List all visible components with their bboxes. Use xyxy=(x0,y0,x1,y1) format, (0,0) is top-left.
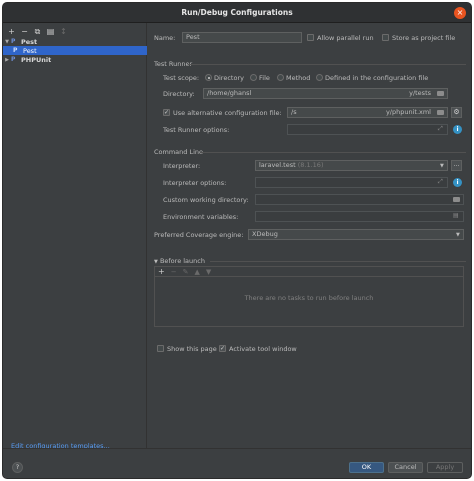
chevron-down-icon[interactable]: ▼ xyxy=(456,232,460,238)
configurations-sidebar: + − ⧉ ▤ ↕ ▼ P Pest P Pest ▶ P PHPUnit Ed… xyxy=(3,23,147,450)
tree-item-label: Pest xyxy=(21,37,38,46)
section-divider xyxy=(200,152,466,153)
custom-wd-input[interactable] xyxy=(255,194,464,205)
pest-icon: P xyxy=(11,37,16,45)
store-project-label: Store as project file xyxy=(392,34,456,42)
empty-state-text: There are no tasks to run before launch xyxy=(244,294,374,302)
title-bar: Run/Debug Configurations × xyxy=(3,3,471,23)
sort-icon[interactable]: ↕ xyxy=(59,27,68,36)
apply-button[interactable]: Apply xyxy=(427,462,463,473)
directory-value-start: /home/ghansl xyxy=(207,89,252,97)
folder-icon[interactable] xyxy=(453,197,460,202)
scope-file-radio[interactable] xyxy=(250,74,257,81)
info-icon[interactable]: i xyxy=(453,178,462,187)
sidebar-toolbar: + − ⧉ ▤ ↕ xyxy=(7,25,68,37)
chevron-down-icon[interactable]: ▼ xyxy=(3,39,11,45)
interpreter-browse-button[interactable]: … xyxy=(451,160,462,171)
add-icon[interactable]: + xyxy=(158,267,165,276)
scope-file-label: File xyxy=(259,74,270,82)
folder-icon[interactable]: ▤ xyxy=(46,27,55,36)
window-title: Run/Debug Configurations xyxy=(181,8,293,17)
before-launch-toggle[interactable]: ▼ Before launch xyxy=(154,257,205,265)
directory-value-end: y/tests xyxy=(409,89,431,97)
test-scope-label: Test scope: xyxy=(163,74,200,82)
scope-config-label: Defined in the configuration file xyxy=(325,74,429,82)
env-vars-input[interactable] xyxy=(255,211,464,222)
add-icon[interactable]: + xyxy=(7,27,16,36)
move-up-icon[interactable]: ▲ xyxy=(194,268,199,276)
allow-parallel-checkbox[interactable] xyxy=(307,34,314,41)
coverage-label: Preferred Coverage engine: xyxy=(154,231,244,239)
use-alt-config-checkbox[interactable]: ✓ xyxy=(163,109,170,116)
alt-config-input[interactable]: /s y/phpunit.xml xyxy=(287,107,448,118)
before-launch-toolbar: + − ✎ ▲ ▼ xyxy=(155,267,463,277)
scope-config-radio[interactable] xyxy=(316,74,323,81)
name-label: Name: xyxy=(154,34,176,42)
before-launch-label: Before launch xyxy=(159,257,205,265)
chevron-down-icon: ▼ xyxy=(154,259,158,265)
remove-icon[interactable]: − xyxy=(20,27,29,36)
use-alt-config-label: Use alternative configuration file: xyxy=(173,109,282,117)
alt-config-value-start: /s xyxy=(291,108,297,116)
name-input[interactable]: Pest xyxy=(182,32,302,43)
configuration-tree: ▼ P Pest P Pest ▶ P PHPUnit xyxy=(3,37,147,64)
chevron-right-icon[interactable]: ▶ xyxy=(3,57,11,63)
folder-icon[interactable] xyxy=(437,110,444,115)
store-project-checkbox[interactable] xyxy=(382,34,389,41)
tree-item-pest-config[interactable]: P Pest xyxy=(3,46,147,55)
alt-config-value-end: y/phpunit.xml xyxy=(385,108,431,116)
cancel-button[interactable]: Cancel xyxy=(388,462,423,473)
help-button[interactable]: ? xyxy=(12,462,23,473)
ok-button[interactable]: OK xyxy=(349,462,384,473)
configuration-form: Name: Pest Allow parallel run Store as p… xyxy=(148,23,471,448)
folder-icon[interactable] xyxy=(437,91,444,96)
interpreter-options-label: Interpreter options: xyxy=(163,179,227,187)
phpunit-icon: P xyxy=(11,55,16,63)
env-vars-edit-icon[interactable]: ▤ xyxy=(453,212,459,219)
interpreter-version: (8.1.16) xyxy=(297,161,324,169)
env-vars-label: Environment variables: xyxy=(163,213,239,221)
scope-directory-radio[interactable] xyxy=(205,74,212,81)
test-runner-section-title: Test Runner xyxy=(154,60,193,68)
directory-input[interactable]: /home/ghansl y/tests xyxy=(203,88,448,99)
scope-directory-label: Directory xyxy=(214,74,244,82)
command-line-section-title: Command Line xyxy=(154,148,204,156)
tree-item-label: PHPUnit xyxy=(21,55,52,64)
interpreter-value: laravel.test xyxy=(259,161,296,169)
chevron-down-icon[interactable]: ▼ xyxy=(440,163,444,169)
tree-item-label: Pest xyxy=(23,46,37,55)
show-page-checkbox[interactable] xyxy=(157,345,164,352)
pest-icon: P xyxy=(13,46,18,54)
section-divider xyxy=(188,64,466,65)
close-button[interactable]: × xyxy=(454,7,466,19)
custom-wd-label: Custom working directory: xyxy=(163,196,249,204)
move-down-icon[interactable]: ▼ xyxy=(206,268,211,276)
allow-parallel-label: Allow parallel run xyxy=(317,34,374,42)
edit-icon[interactable]: ✎ xyxy=(183,268,189,276)
interpreter-label: Interpreter: xyxy=(163,162,201,170)
expand-icon[interactable]: ⤢ xyxy=(438,178,443,186)
gear-icon[interactable]: ⚙ xyxy=(451,107,462,118)
interpreter-options-input[interactable] xyxy=(255,177,448,188)
remove-icon[interactable]: − xyxy=(171,268,177,276)
scope-method-label: Method xyxy=(286,74,311,82)
activate-tool-checkbox[interactable]: ✓ xyxy=(219,345,226,352)
copy-icon[interactable]: ⧉ xyxy=(33,27,42,36)
scope-method-radio[interactable] xyxy=(277,74,284,81)
show-page-label: Show this page xyxy=(167,345,217,353)
dialog-footer: ? OK Cancel Apply xyxy=(3,448,471,478)
runner-options-input[interactable] xyxy=(287,124,448,135)
expand-icon[interactable]: ⤢ xyxy=(438,125,443,133)
tree-item-phpunit-group[interactable]: ▶ P PHPUnit xyxy=(3,55,147,64)
directory-label: Directory: xyxy=(163,90,195,98)
section-divider xyxy=(210,261,466,262)
run-debug-dialog: Run/Debug Configurations × + − ⧉ ▤ ↕ ▼ P… xyxy=(2,2,472,479)
before-launch-list: + − ✎ ▲ ▼ There are no tasks to run befo… xyxy=(154,266,464,327)
activate-tool-label: Activate tool window xyxy=(229,345,297,353)
coverage-select[interactable]: XDebug xyxy=(248,229,464,240)
interpreter-select[interactable]: laravel.test (8.1.16) xyxy=(255,160,448,171)
info-icon[interactable]: i xyxy=(453,125,462,134)
tree-item-pest-group[interactable]: ▼ P Pest xyxy=(3,37,147,46)
runner-options-label: Test Runner options: xyxy=(163,126,230,134)
